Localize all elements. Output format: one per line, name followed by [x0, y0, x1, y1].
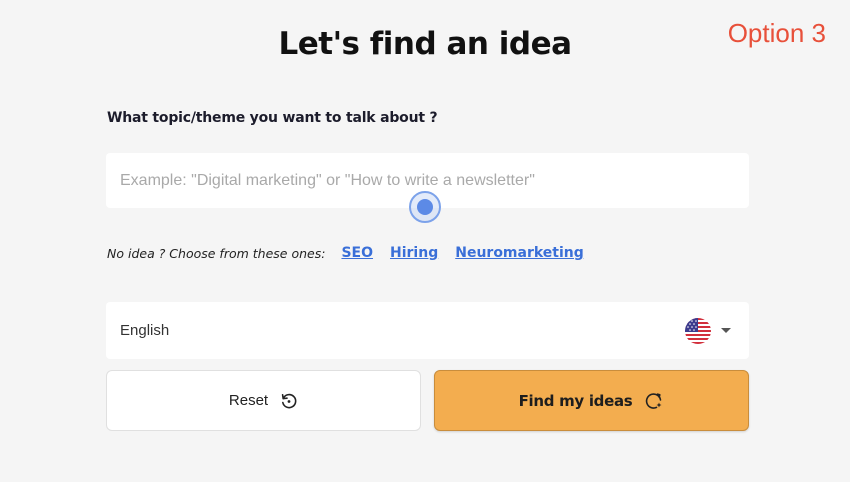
sparkle-refresh-icon: [644, 391, 664, 411]
cursor-indicator-dot: [417, 199, 433, 215]
option-label: Option 3: [727, 18, 826, 48]
language-selected-value: English: [120, 322, 170, 339]
reset-icon: [280, 392, 298, 410]
cursor-indicator: [409, 191, 441, 223]
language-select[interactable]: English: [106, 302, 749, 359]
topic-question-label: What topic/theme you want to talk about …: [107, 110, 438, 126]
suggestion-link-seo[interactable]: SEO: [341, 245, 373, 261]
us-flag-icon: [685, 317, 711, 344]
find-ideas-button[interactable]: Find my ideas: [434, 370, 749, 431]
page-title: Let's find an idea: [278, 26, 572, 62]
reset-button-label: Reset: [228, 392, 269, 409]
suggestions-hint: No idea ? Choose from these ones:: [107, 245, 326, 261]
find-ideas-button-label: Find my ideas: [518, 391, 633, 410]
reset-button[interactable]: Reset: [106, 370, 421, 431]
suggestion-link-hiring[interactable]: Hiring: [390, 245, 438, 261]
suggestions-row: No idea ? Choose from these ones: SEO Hi…: [107, 245, 601, 261]
suggestion-link-neuromarketing[interactable]: Neuromarketing: [455, 245, 584, 261]
caret-down-icon: [721, 328, 731, 333]
